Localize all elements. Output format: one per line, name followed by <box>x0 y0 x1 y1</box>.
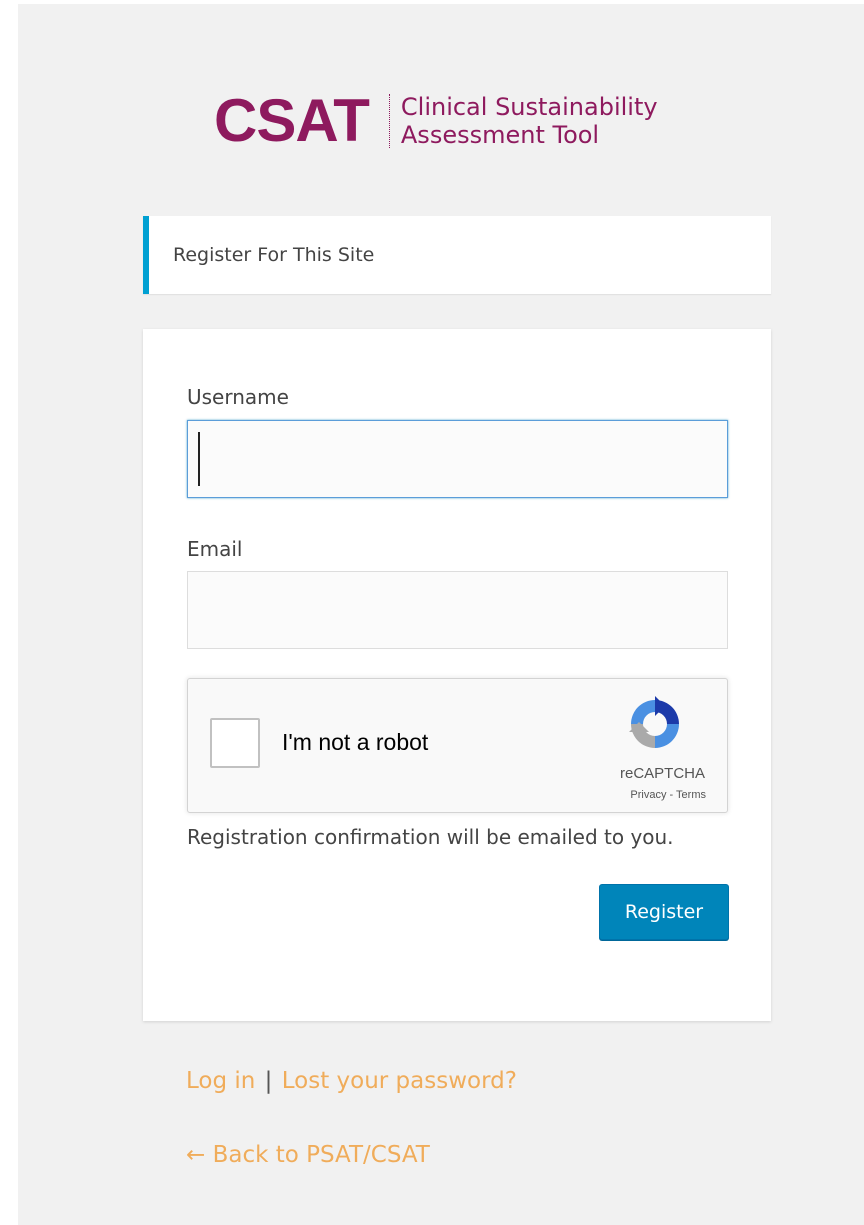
register-button[interactable]: Register <box>599 884 729 940</box>
register-notice-text: Register For This Site <box>173 244 375 266</box>
footer-nav: Log in | Lost your password? <box>186 1068 517 1094</box>
logo-subtitle-line1: Clinical Sustainability <box>400 93 658 121</box>
recaptcha-checkbox[interactable] <box>210 718 260 768</box>
recaptcha-label: I'm not a robot <box>282 729 429 755</box>
recaptcha-privacy-link[interactable]: Privacy <box>630 789 666 801</box>
back-to-site-link[interactable]: ← Back to PSAT/CSAT <box>186 1142 430 1168</box>
recaptcha-links: Privacy - Terms <box>630 789 706 801</box>
registration-form: Username Email I'm not a robot reCAPTCHA… <box>143 329 771 1021</box>
text-caret <box>198 432 200 486</box>
email-input[interactable] <box>187 571 728 649</box>
login-link[interactable]: Log in <box>186 1068 255 1094</box>
logo-divider <box>388 94 390 148</box>
username-input[interactable] <box>187 420 728 498</box>
email-label: Email <box>187 537 243 561</box>
registration-message: Registration confirmation will be emaile… <box>187 825 674 849</box>
recaptcha-terms-link[interactable]: Terms <box>676 789 706 801</box>
logo-subtitle-line2: Assessment Tool <box>400 121 600 149</box>
site-logo[interactable]: CSAT Clinical Sustainability Assessment … <box>214 86 658 156</box>
recaptcha-brand: reCAPTCHA <box>619 765 705 782</box>
nav-separator: | <box>264 1068 273 1094</box>
login-page: CSAT Clinical Sustainability Assessment … <box>18 4 864 1225</box>
recaptcha-links-separator: - <box>666 789 677 801</box>
logo-mark: CSAT <box>214 87 370 154</box>
recaptcha-logo-icon <box>629 696 679 748</box>
recaptcha-widget: I'm not a robot reCAPTCHA Privacy - Term… <box>187 678 728 813</box>
logo-subtitle: Clinical Sustainability Assessment Tool <box>401 93 658 149</box>
register-notice: Register For This Site <box>143 216 771 294</box>
lost-password-link[interactable]: Lost your password? <box>282 1068 517 1094</box>
username-label: Username <box>187 385 289 409</box>
